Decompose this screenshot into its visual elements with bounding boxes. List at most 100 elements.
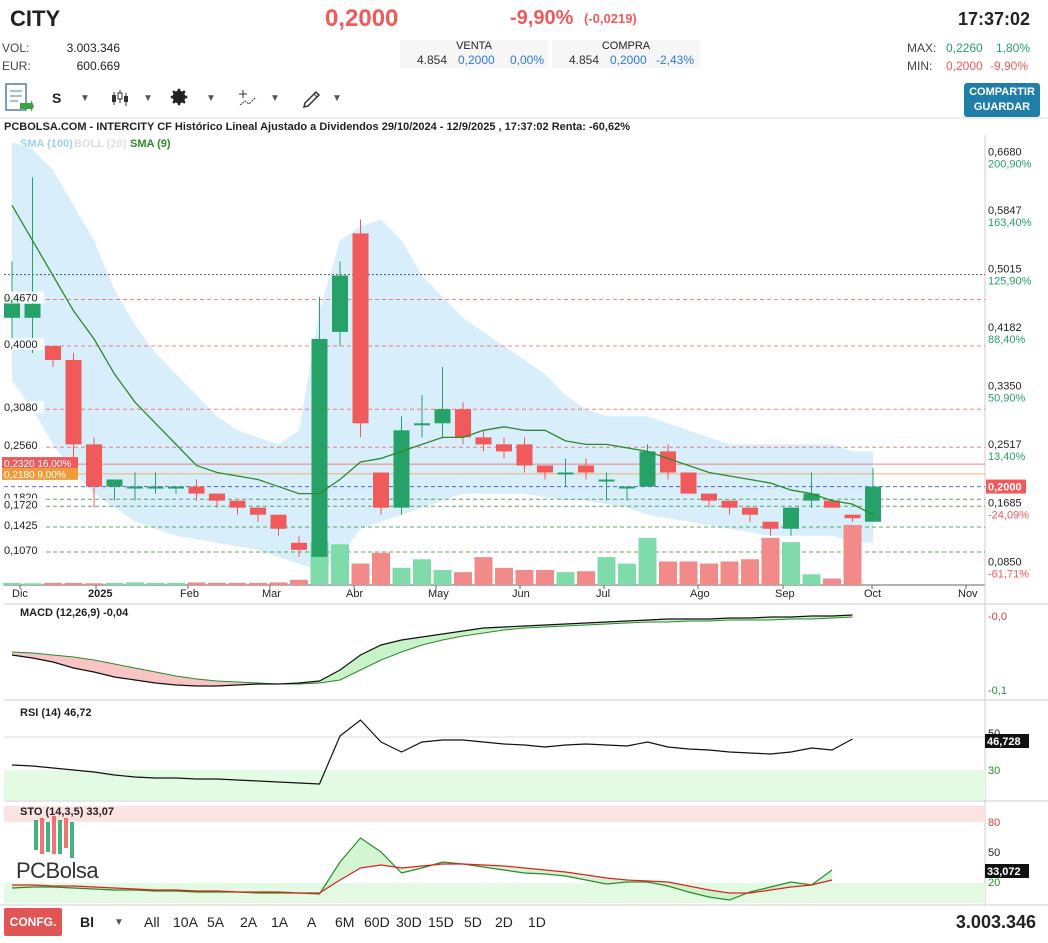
- volume-bar: [269, 582, 288, 585]
- volume-bar: [44, 582, 62, 585]
- rsi-legend: RSI (14) 46,72: [20, 707, 92, 719]
- volume-total: 3.003.346: [955, 912, 1036, 932]
- candle-body: [270, 514, 287, 529]
- range-5a[interactable]: 5A: [207, 914, 224, 930]
- range-5d[interactable]: 5D: [464, 914, 482, 930]
- range-15d[interactable]: 15D: [428, 914, 454, 930]
- volume-bar: [146, 582, 165, 585]
- volume-bar: [454, 572, 472, 585]
- left-price-label: 0,1070: [4, 545, 38, 557]
- logo-bar: [64, 818, 68, 848]
- price-chart[interactable]: 0,46700,40000,30800,25600,18200,17200,14…: [0, 0, 1048, 943]
- rsi-tag: 46,728: [987, 736, 1021, 748]
- bi-selector[interactable]: Bl: [80, 914, 94, 930]
- range-2d[interactable]: 2D: [495, 914, 513, 930]
- volume-bar: [3, 582, 21, 585]
- rsi-oversold-zone: [4, 770, 985, 800]
- left-price-label: 0,1425: [4, 520, 38, 532]
- candle-body: [762, 521, 779, 529]
- candle-body: [24, 303, 41, 318]
- volume-bar: [515, 570, 534, 585]
- chevron-down-icon[interactable]: ▼: [114, 917, 124, 928]
- range-a[interactable]: A: [307, 914, 316, 930]
- range-1a[interactable]: 1A: [271, 914, 288, 930]
- volume-bar: [495, 567, 513, 585]
- candle-body: [332, 275, 348, 332]
- config-button[interactable]: CONFG.: [4, 908, 62, 936]
- candle-body: [209, 493, 225, 501]
- right-price-label: 0,2517: [988, 439, 1022, 451]
- left-price-label: 0,1720: [4, 499, 38, 511]
- candle-body: [106, 479, 123, 487]
- right-pct-label: 125,90%: [988, 276, 1032, 288]
- volume-bar: [823, 578, 841, 585]
- volume-bar: [351, 563, 370, 585]
- candle-body: [660, 451, 676, 473]
- right-pct-label: 50,90%: [988, 393, 1026, 405]
- sto-axis-label: 80: [988, 817, 1000, 829]
- range-60d[interactable]: 60D: [364, 914, 390, 930]
- left-price-label: 0,4670: [4, 293, 38, 305]
- logo-bar: [34, 820, 38, 850]
- volume-bar: [290, 579, 308, 585]
- right-price-label: 0,0850: [988, 556, 1022, 568]
- volume-bar: [638, 537, 657, 585]
- volume-bar: [392, 567, 411, 585]
- left-price-label: 0,4000: [4, 339, 38, 351]
- x-tick-label: Nov: [958, 588, 978, 600]
- candle-body: [229, 500, 246, 508]
- range-2a[interactable]: 2A: [240, 914, 257, 930]
- volume-bar: [761, 537, 780, 585]
- right-price-label: 0,2000: [988, 482, 1022, 494]
- candle-body: [783, 507, 799, 529]
- volume-bar: [474, 557, 493, 585]
- bollinger-band: [12, 142, 873, 571]
- volume-bar: [597, 557, 616, 585]
- x-tick-label: Feb: [180, 588, 199, 600]
- volume-bar: [556, 572, 575, 585]
- logo-bar: [46, 822, 50, 852]
- volume-bar: [433, 570, 452, 585]
- right-pct-label: 163,40%: [988, 217, 1032, 229]
- macd-fill-negative: [12, 652, 320, 686]
- volume-bar: [802, 574, 821, 585]
- volume-bar: [679, 561, 698, 585]
- candle-body: [721, 500, 738, 508]
- candle-body: [147, 486, 164, 489]
- volume-bar: [167, 582, 185, 585]
- volume-bar: [618, 563, 636, 585]
- candle-body: [373, 472, 389, 508]
- candle-body: [65, 360, 82, 445]
- candle-body: [188, 486, 205, 494]
- candle-body: [127, 486, 143, 489]
- right-pct-label: -24,09%: [988, 510, 1029, 522]
- volume-bar: [782, 542, 800, 585]
- range-6m[interactable]: 6M: [335, 914, 354, 930]
- right-price-label: 0,5847: [988, 205, 1022, 217]
- candle-body: [578, 465, 594, 473]
- volume-bar: [187, 582, 206, 585]
- candle-body: [701, 493, 717, 501]
- candle-body: [496, 444, 512, 452]
- volume-bar: [126, 582, 144, 585]
- candle-body: [168, 486, 184, 489]
- candle-body: [86, 444, 102, 487]
- volume-bar: [700, 563, 718, 585]
- left-price-label: 0,2560: [4, 440, 38, 452]
- volume-bar: [208, 582, 226, 585]
- range-1d[interactable]: 1D: [528, 914, 546, 930]
- candle-body: [598, 479, 615, 482]
- macd-legend: MACD (12,26,9) -0,04: [20, 607, 129, 619]
- candle-body: [475, 437, 492, 445]
- candle-body: [393, 430, 410, 508]
- range-30d[interactable]: 30D: [396, 914, 422, 930]
- candle-body: [537, 465, 553, 473]
- candle-body: [742, 507, 758, 515]
- volume-bar: [249, 582, 267, 585]
- range-all[interactable]: All: [144, 914, 160, 930]
- candle-body: [45, 345, 61, 360]
- right-price-label: 0,5015: [988, 264, 1022, 276]
- logo-bar: [70, 822, 74, 858]
- macd-axis-label: -0,1: [988, 685, 1007, 697]
- range-10a[interactable]: 10A: [173, 914, 198, 930]
